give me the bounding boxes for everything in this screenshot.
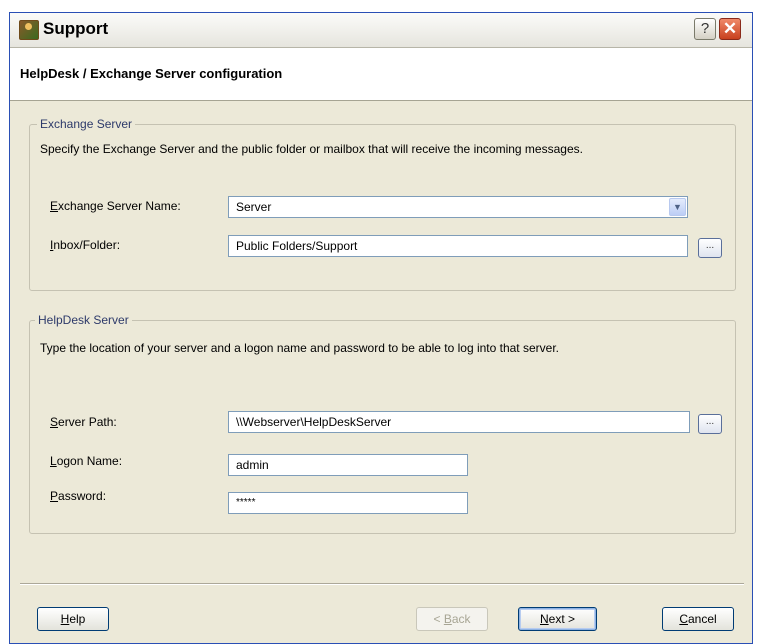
close-button[interactable]: ✕ xyxy=(719,18,741,40)
exchange-server-name-value: Server xyxy=(236,200,272,214)
helpdesk-server-group: HelpDesk Server Type the location of you… xyxy=(29,313,736,534)
wizard-header: HelpDesk / Exchange Server configuration xyxy=(10,48,752,101)
exchange-server-legend: Exchange Server xyxy=(37,117,136,131)
window-title: Support xyxy=(43,19,109,38)
cancel-button[interactable]: Cancel xyxy=(662,607,734,631)
help-button[interactable]: Help xyxy=(37,607,109,631)
chevron-down-icon[interactable]: ▼ xyxy=(669,198,686,216)
logon-name-input[interactable]: admin xyxy=(228,454,468,476)
helpdesk-server-description: Type the location of your server and a l… xyxy=(40,341,559,355)
password-label: Password: xyxy=(50,489,107,503)
exchange-server-name-combo[interactable]: Server ▼ xyxy=(228,196,688,218)
title-bar[interactable]: Support ? ✕ xyxy=(10,13,752,48)
next-button[interactable]: Next > xyxy=(518,607,597,631)
support-app-icon xyxy=(19,20,39,40)
exchange-server-group: Exchange Server Specify the Exchange Ser… xyxy=(29,117,736,291)
inbox-browse-button[interactable]: ... xyxy=(698,238,722,258)
logon-name-label: Logon Name: xyxy=(50,454,123,468)
server-path-input[interactable]: \\Webserver\HelpDeskServer xyxy=(228,411,690,433)
password-input[interactable]: ***** xyxy=(228,492,468,514)
inbox-folder-input[interactable]: Public Folders/Support xyxy=(228,235,688,257)
button-separator xyxy=(20,583,744,585)
back-button[interactable]: < Back xyxy=(416,607,488,631)
title-help-button[interactable]: ? xyxy=(694,18,716,40)
exchange-server-name-label: Exchange Server Name: xyxy=(50,199,181,213)
inbox-folder-label: Inbox/Folder: xyxy=(50,238,121,252)
server-path-label: Server Path: xyxy=(50,415,117,429)
helpdesk-server-legend: HelpDesk Server xyxy=(35,313,132,327)
server-path-browse-button[interactable]: ... xyxy=(698,414,722,434)
page-title: HelpDesk / Exchange Server configuration xyxy=(20,66,283,81)
exchange-server-description: Specify the Exchange Server and the publ… xyxy=(40,142,583,156)
support-dialog: Support ? ✕ HelpDesk / Exchange Server c… xyxy=(9,12,753,644)
